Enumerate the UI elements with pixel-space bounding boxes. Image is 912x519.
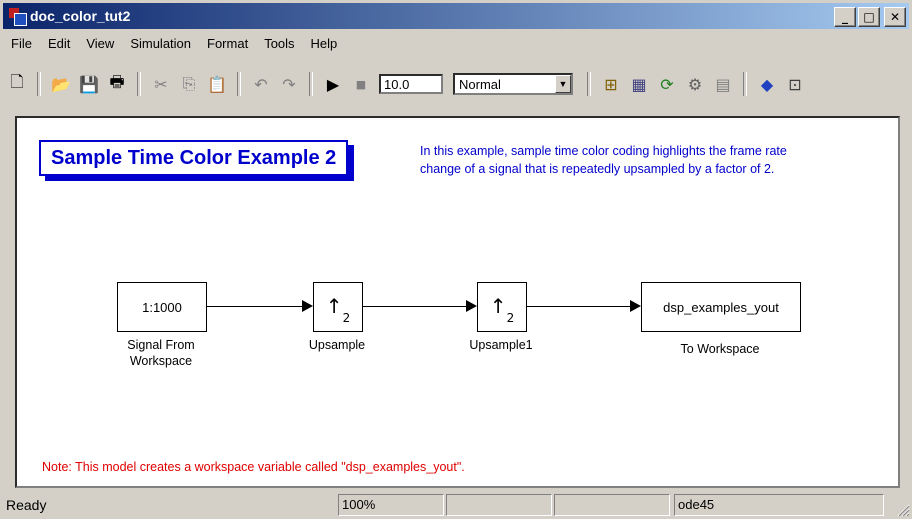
- menu-view[interactable]: View: [78, 36, 122, 51]
- model-title-annotation[interactable]: Sample Time Color Example 2: [39, 140, 349, 176]
- new-model-icon[interactable]: 🗋: [6, 72, 28, 95]
- menu-simulation[interactable]: Simulation: [122, 36, 199, 51]
- resize-grip-icon[interactable]: [896, 503, 910, 517]
- up-arrow-icon: ↑2: [489, 293, 515, 325]
- model-canvas[interactable]: Sample Time Color Example 2 In this exam…: [15, 116, 900, 488]
- build-model-icon[interactable]: ⊞: [600, 73, 622, 95]
- block-content: 1:1000: [142, 299, 182, 315]
- block-label-line: Signal From: [127, 338, 195, 352]
- cut-icon[interactable]: ✂: [150, 73, 172, 95]
- block-label-line: Workspace: [129, 354, 193, 368]
- block-label[interactable]: Signal From Workspace: [103, 337, 219, 369]
- toolbar-separator: [743, 72, 747, 96]
- menu-bar: File Edit View Simulation Format Tools H…: [3, 32, 345, 54]
- redo-icon[interactable]: ↷: [278, 73, 300, 95]
- upsample-block[interactable]: ↑2: [313, 282, 363, 332]
- block-label[interactable]: Upsample1: [457, 337, 545, 353]
- paste-icon[interactable]: 📋: [206, 73, 228, 95]
- solver-status: ode45: [674, 494, 884, 516]
- debugger-icon[interactable]: ◆: [756, 73, 778, 95]
- model-window: doc_color_tut2 _ □ ✕ File Edit View Simu…: [0, 0, 912, 519]
- simulation-mode-value: Normal: [459, 76, 501, 92]
- status-bar: Ready 100% ode45: [0, 491, 912, 519]
- title-bar[interactable]: doc_color_tut2 _ □ ✕: [3, 3, 909, 29]
- description-line: In this example, sample time color codin…: [420, 144, 787, 158]
- undo-icon[interactable]: ↶: [250, 73, 272, 95]
- menu-file[interactable]: File: [3, 36, 40, 51]
- save-icon[interactable]: 💾: [78, 73, 100, 95]
- update-diagram-icon[interactable]: ▦: [628, 73, 650, 95]
- block-label-line: Upsample1: [469, 338, 533, 352]
- toolbar-separator: [137, 72, 141, 96]
- stop-time-input[interactable]: [379, 74, 443, 94]
- zoom-status: 100%: [338, 494, 444, 516]
- simulink-model-icon: [9, 8, 27, 26]
- library-browser-icon[interactable]: ⚙: [684, 73, 706, 95]
- signal-line[interactable]: [362, 306, 466, 307]
- toolbar-separator: [37, 72, 41, 96]
- maximize-button[interactable]: □: [858, 7, 880, 27]
- up-arrow-icon: ↑2: [325, 293, 351, 325]
- block-label[interactable]: Upsample: [293, 337, 381, 353]
- model-explorer-icon[interactable]: ▤: [712, 73, 734, 95]
- signal-arrowhead: [466, 300, 477, 312]
- block-content: dsp_examples_yout: [663, 299, 779, 315]
- menu-help[interactable]: Help: [303, 36, 346, 51]
- refresh-icon[interactable]: ⟳: [656, 73, 678, 95]
- menu-tools[interactable]: Tools: [256, 36, 302, 51]
- start-simulation-icon[interactable]: ▶: [322, 73, 344, 95]
- description-annotation[interactable]: In this example, sample time color codin…: [420, 142, 898, 178]
- chevron-down-icon[interactable]: ▼: [555, 75, 571, 93]
- copy-icon[interactable]: ⎘: [178, 73, 200, 95]
- note-annotation[interactable]: Note: This model creates a workspace var…: [42, 460, 465, 474]
- toolbar-separator: [237, 72, 241, 96]
- toolbar-separator: [587, 72, 591, 96]
- menu-format[interactable]: Format: [199, 36, 256, 51]
- signal-from-workspace-block[interactable]: 1:1000: [117, 282, 207, 332]
- block-label-line: Upsample: [308, 338, 366, 352]
- block-label[interactable]: To Workspace: [641, 341, 799, 357]
- signal-line[interactable]: [206, 306, 302, 307]
- status-text: Ready: [6, 497, 47, 513]
- property-inspector-icon[interactable]: ⊡: [784, 73, 806, 95]
- stop-simulation-icon[interactable]: ■: [350, 73, 372, 95]
- toolbar-separator: [309, 72, 313, 96]
- block-label-line: To Workspace: [680, 342, 760, 356]
- minimize-button[interactable]: _: [834, 7, 856, 27]
- menu-edit[interactable]: Edit: [40, 36, 78, 51]
- description-line: change of a signal that is repeatedly up…: [420, 162, 775, 176]
- open-folder-icon[interactable]: 📂: [50, 73, 72, 95]
- toolbar: 🗋 📂 💾 🖶 ✂ ⎘ 📋 ↶ ↷ ▶ ■ Normal ▼ ⊞ ▦ ⟳ ⚙ ▤…: [3, 60, 909, 108]
- simulation-mode-select[interactable]: Normal ▼: [453, 73, 573, 95]
- status-cell-empty: [446, 494, 552, 516]
- upsample1-block[interactable]: ↑2: [477, 282, 527, 332]
- signal-arrowhead: [630, 300, 641, 312]
- signal-line[interactable]: [526, 306, 630, 307]
- status-cell-empty: [554, 494, 670, 516]
- close-button[interactable]: ✕: [884, 7, 906, 27]
- window-title: doc_color_tut2: [30, 8, 131, 24]
- to-workspace-block[interactable]: dsp_examples_yout: [641, 282, 801, 332]
- print-icon[interactable]: 🖶: [106, 72, 128, 95]
- signal-arrowhead: [302, 300, 313, 312]
- model-title-text: Sample Time Color Example 2: [51, 146, 337, 169]
